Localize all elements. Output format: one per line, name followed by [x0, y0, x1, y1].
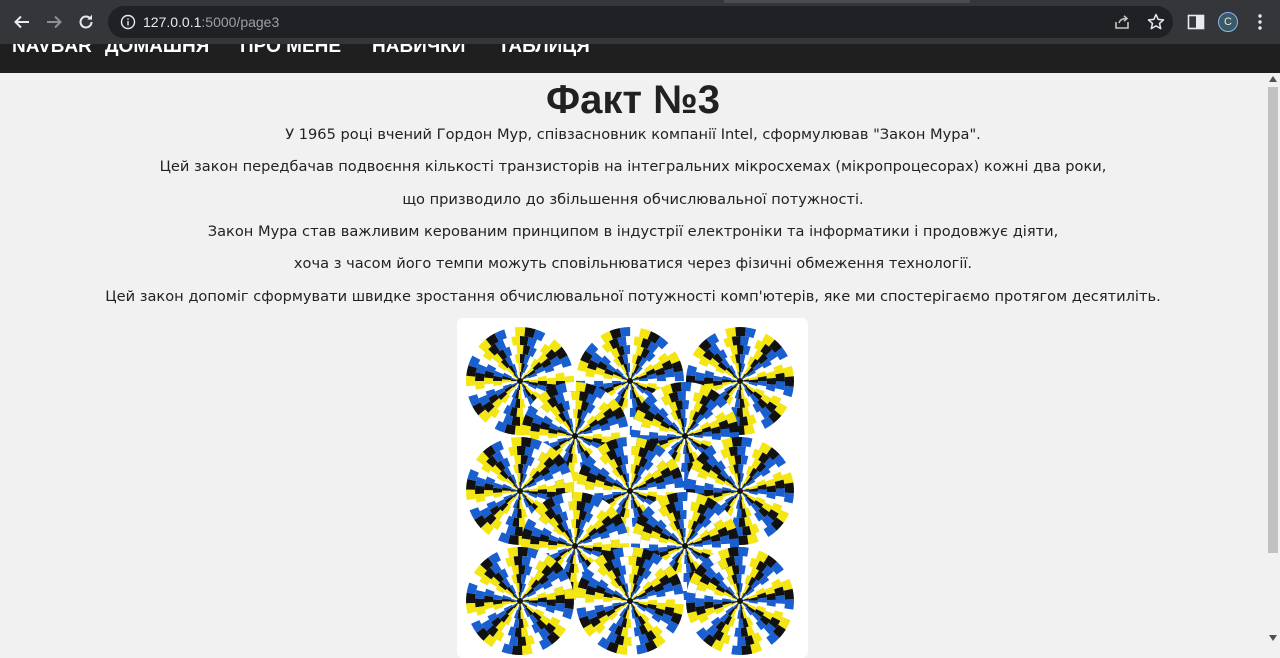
back-button[interactable]	[8, 8, 36, 36]
paragraph-3: що призводило до збільшення обчислювальн…	[402, 191, 864, 208]
browser-toolbar: 127.0.0.1:5000/page3 C	[0, 0, 1280, 44]
page-content: Факт №3 У 1965 році вчений Гордон Мур, с…	[0, 73, 1266, 658]
nav-link-skills[interactable]: НАВИЧКИ	[372, 44, 465, 59]
nav-link-home[interactable]: ДОМАШНЯ	[105, 44, 209, 59]
forward-arrow-icon	[47, 15, 62, 29]
active-tab-edge	[724, 0, 970, 3]
paragraph-4: Закон Мура став важливим керованим принц…	[207, 223, 1059, 240]
paragraph-6: Цей закон допоміг сформувати швидке зрос…	[105, 288, 1161, 305]
url-path: :5000/page3	[201, 14, 280, 30]
rotating-snakes-illusion	[466, 327, 794, 655]
illusion-image	[457, 318, 808, 658]
reload-icon	[79, 14, 93, 29]
star-icon[interactable]	[1146, 12, 1166, 32]
site-navbar: NAVBAR ДОМАШНЯ ПРО МЕНЕ НАВИЧКИ ТАБЛИЦЯ	[0, 44, 1280, 73]
page-title: Факт №3	[546, 78, 720, 122]
nav-link-about[interactable]: ПРО МЕНЕ	[240, 44, 341, 59]
back-arrow-icon	[14, 15, 29, 29]
forward-button[interactable]	[40, 8, 68, 36]
side-panel-icon[interactable]	[1186, 12, 1206, 32]
reload-button[interactable]	[72, 8, 100, 36]
scrollbar-thumb[interactable]	[1268, 87, 1278, 553]
paragraph-1: У 1965 році вчений Гордон Мур, співзасно…	[285, 126, 981, 143]
more-menu-icon[interactable]	[1250, 12, 1270, 32]
info-icon[interactable]	[120, 14, 136, 30]
illusion-disc	[466, 547, 574, 655]
share-icon[interactable]	[1113, 13, 1131, 31]
scroll-up-arrow-icon[interactable]	[1269, 76, 1277, 82]
scroll-down-arrow-icon[interactable]	[1269, 635, 1277, 641]
illusion-disc	[576, 547, 684, 655]
profile-avatar[interactable]: C	[1218, 12, 1238, 32]
nav-link-table[interactable]: ТАБЛИЦЯ	[498, 44, 590, 59]
illusion-disc	[686, 547, 794, 655]
url-host: 127.0.0.1	[143, 14, 202, 30]
paragraph-5: хоча з часом його темпи можуть сповільню…	[293, 255, 973, 272]
paragraph-2: Цей закон передбачав подвоєння кількості…	[159, 158, 1107, 175]
page-scrollbar[interactable]	[1266, 73, 1280, 646]
address-bar[interactable]: 127.0.0.1:5000/page3	[108, 6, 1173, 38]
navbar-brand[interactable]: NAVBAR	[12, 44, 92, 59]
url-text[interactable]: 127.0.0.1:5000/page3	[143, 13, 279, 31]
